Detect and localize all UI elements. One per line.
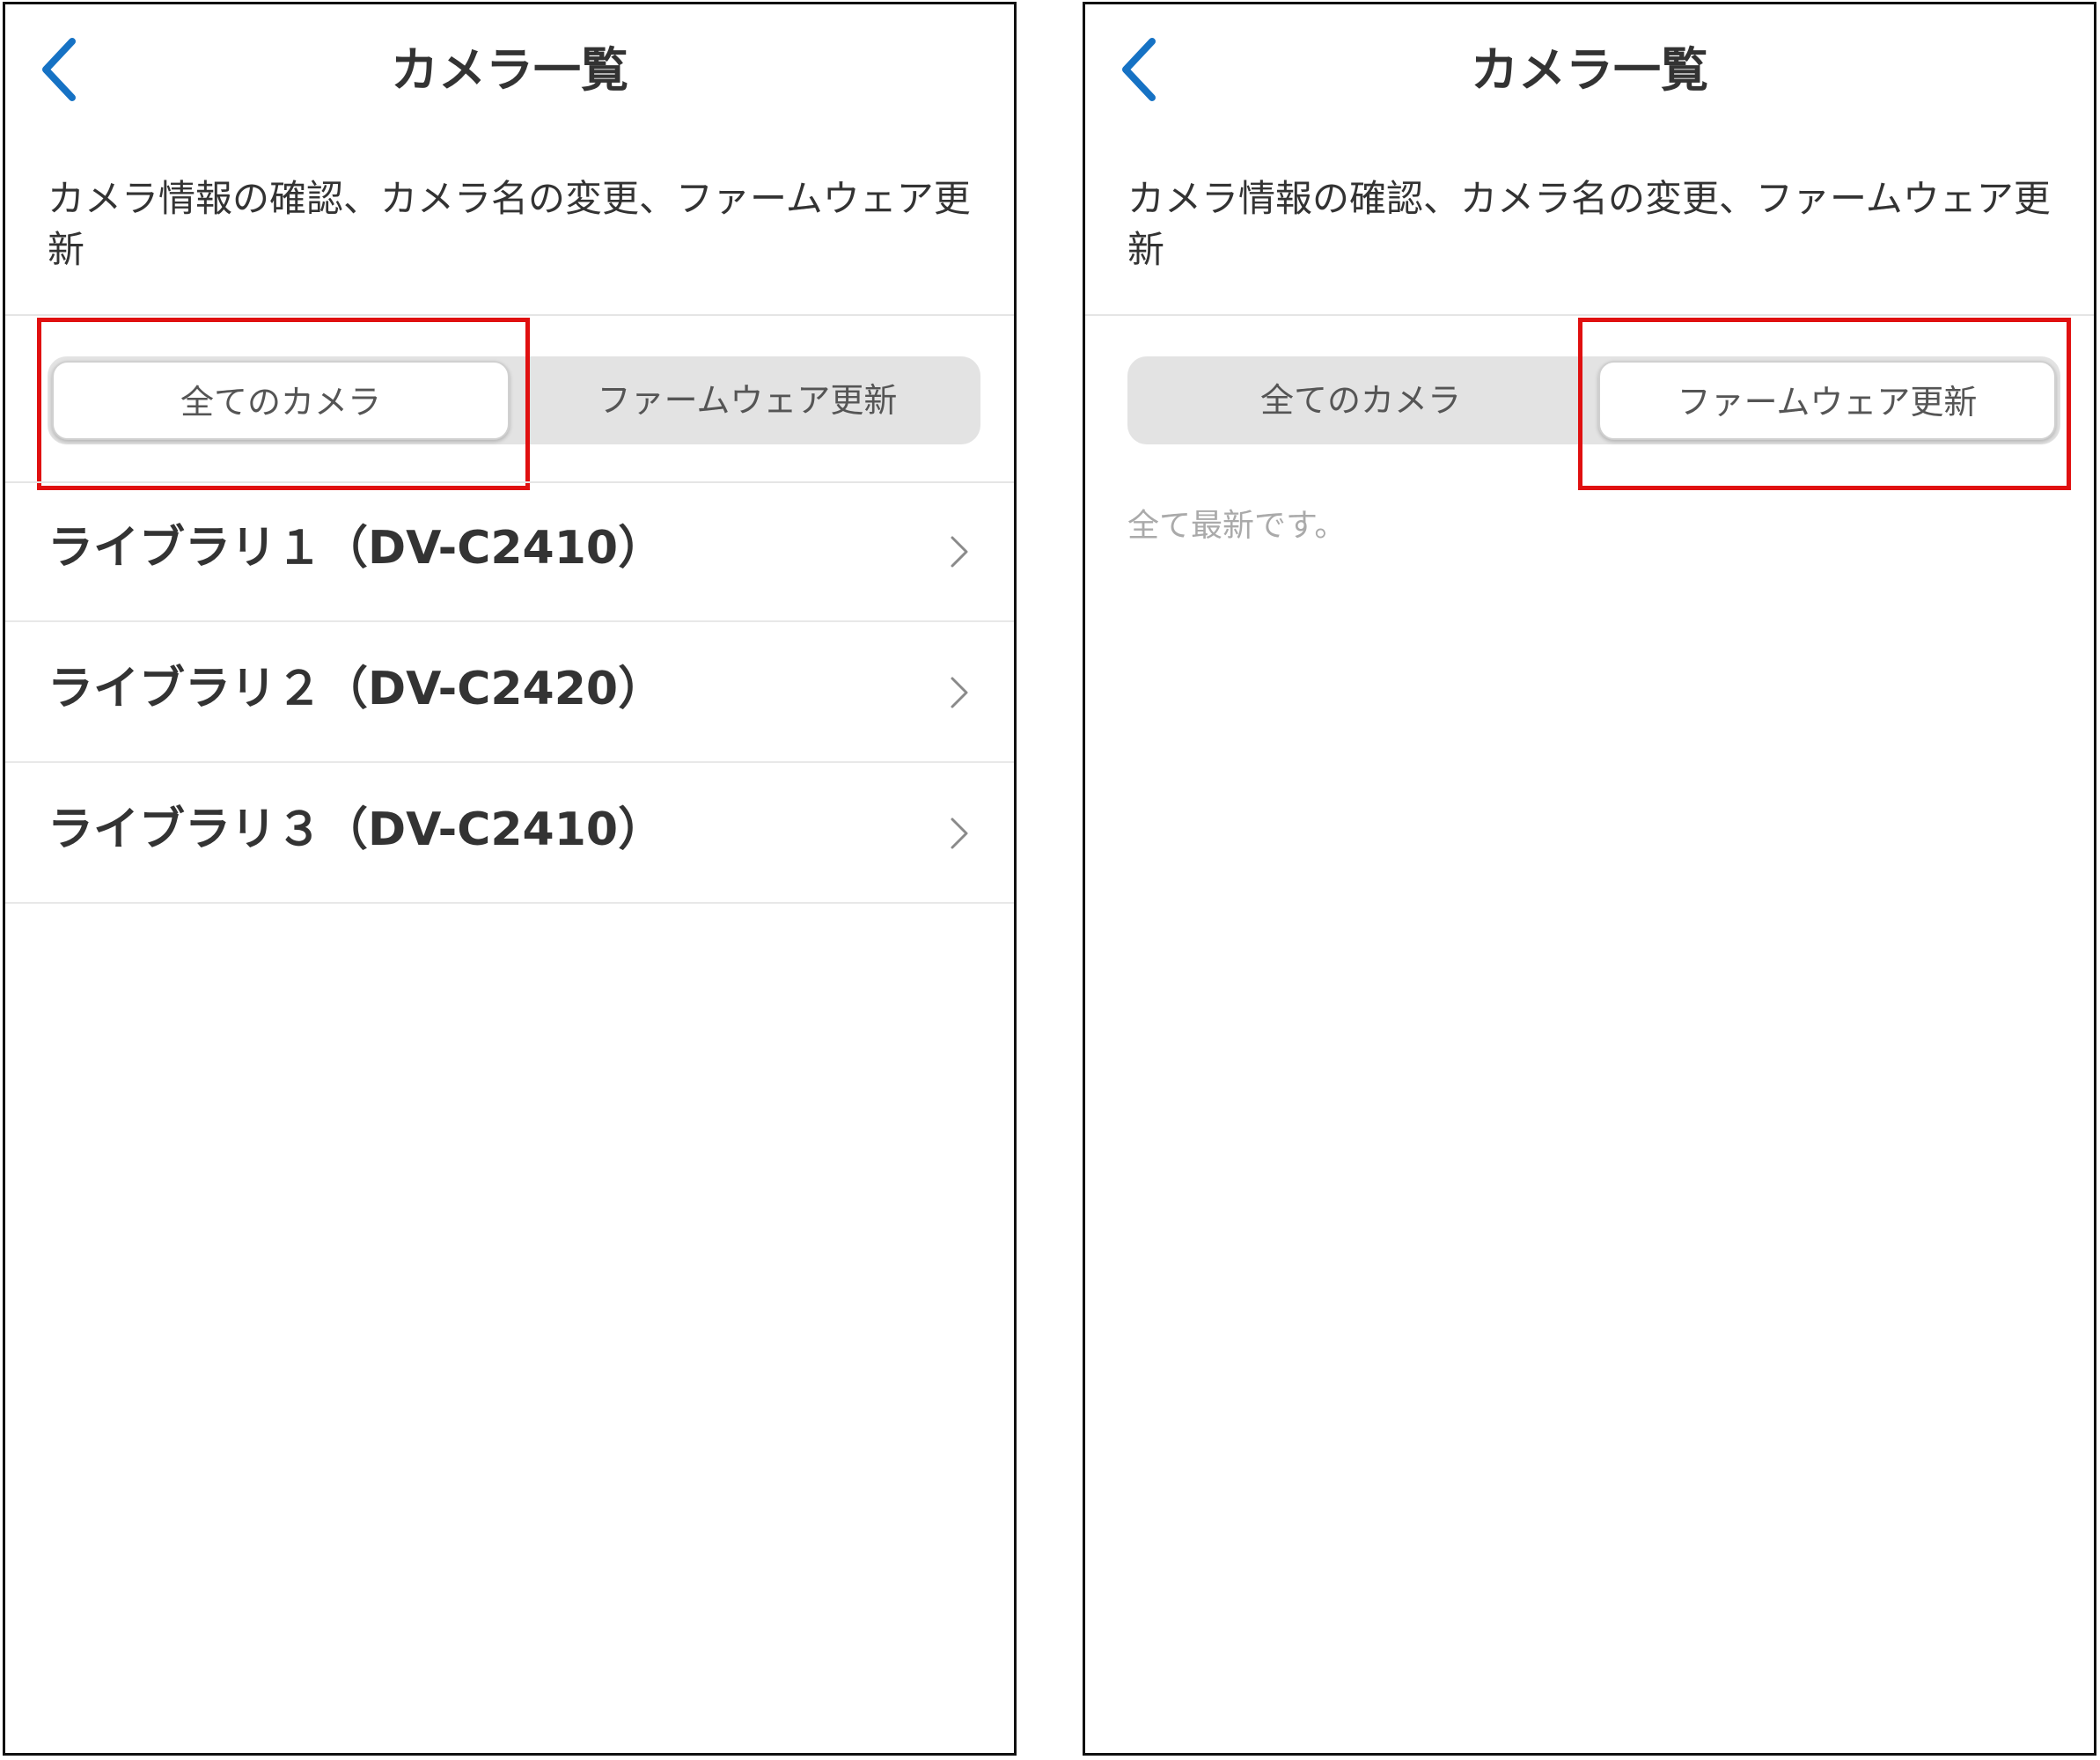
highlight-box bbox=[1578, 318, 2071, 490]
highlight-box bbox=[37, 318, 530, 490]
nav-header: カメラ一覧 bbox=[1085, 4, 2094, 136]
chevron-right-icon bbox=[951, 536, 968, 568]
camera-name: ライブラリ３（DV-C2410） bbox=[48, 803, 665, 856]
page-title: カメラ一覧 bbox=[1471, 42, 1708, 98]
camera-name: ライブラリ２（DV-C2420） bbox=[48, 663, 665, 715]
tab-all-cameras[interactable]: 全てのカメラ bbox=[1127, 356, 1594, 444]
camera-row[interactable]: ライブラリ３（DV-C2410） bbox=[5, 763, 1014, 904]
page-description: カメラ情報の確認、カメラ名の変更、ファームウェア更新 bbox=[48, 177, 971, 271]
divider bbox=[5, 314, 1014, 316]
camera-name: ライブラリ１（DV-C2410） bbox=[48, 522, 665, 575]
camera-row[interactable]: ライブラリ１（DV-C2410） bbox=[5, 481, 1014, 622]
tab-firmware-update[interactable]: ファームウェア更新 bbox=[514, 356, 980, 444]
divider bbox=[1085, 314, 2094, 316]
firmware-status-message: 全て最新です。 bbox=[1127, 508, 1347, 544]
chevron-right-icon bbox=[951, 818, 968, 849]
nav-header: カメラ一覧 bbox=[5, 4, 1014, 136]
page-title: カメラ一覧 bbox=[391, 42, 628, 98]
page-description: カメラ情報の確認、カメラ名の変更、ファームウェア更新 bbox=[1127, 177, 2051, 271]
camera-list: ライブラリ１（DV-C2410） ライブラリ２（DV-C2420） ライブラリ３… bbox=[5, 481, 1014, 904]
chevron-right-icon bbox=[951, 677, 968, 708]
camera-list-screen-all: カメラ一覧 カメラ情報の確認、カメラ名の変更、ファームウェア更新 全てのカメラ … bbox=[3, 2, 1017, 1756]
camera-row[interactable]: ライブラリ２（DV-C2420） bbox=[5, 622, 1014, 763]
camera-list-screen-firmware: カメラ一覧 カメラ情報の確認、カメラ名の変更、ファームウェア更新 全てのカメラ … bbox=[1083, 2, 2096, 1756]
